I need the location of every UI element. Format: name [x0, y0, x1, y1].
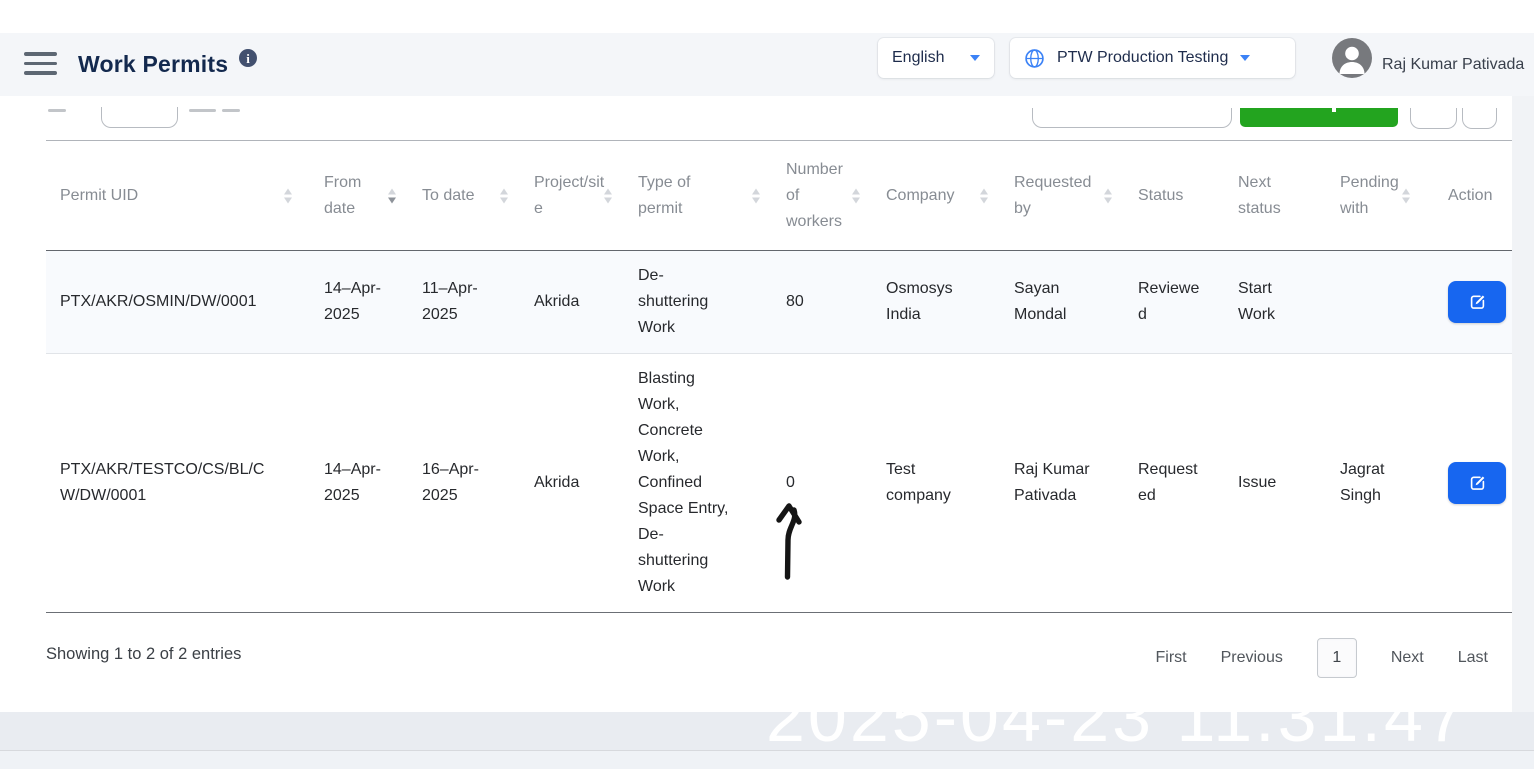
language-value: English: [892, 49, 944, 67]
bottom-strip: [0, 750, 1534, 769]
language-dropdown[interactable]: English: [878, 38, 994, 78]
pagination: First Previous 1 Next Last: [1155, 636, 1488, 680]
sort-icon: [1402, 188, 1410, 203]
column-header-status: Status: [1124, 141, 1212, 251]
toolbar-button[interactable]: [1410, 108, 1457, 129]
cell-pending-with: [1312, 251, 1422, 354]
table-header-row: Permit UID From date To date Project/sit…: [46, 141, 1512, 251]
page-title: Work Permits: [78, 33, 228, 96]
sort-icon: [752, 188, 760, 203]
cell-type-of-permit: De-shuttering Work: [624, 251, 772, 354]
cell-permit-uid: PTX/AKR/TESTCO/CS/BL/CW/DW/0001: [46, 354, 310, 613]
cell-status: Requested: [1124, 354, 1212, 613]
menu-icon[interactable]: [24, 47, 57, 80]
page-background-strip: [1512, 96, 1534, 712]
column-header-pending-with[interactable]: Pending with: [1312, 141, 1422, 251]
chevron-down-icon: [1240, 55, 1250, 61]
sort-icon: [284, 188, 292, 203]
column-header-project-site[interactable]: Project/site: [520, 141, 624, 251]
entries-summary: Showing 1 to 2 of 2 entries: [46, 645, 241, 664]
cell-project-site: Akrida: [520, 354, 624, 613]
chevron-down-icon: [970, 55, 980, 61]
edit-icon: [1468, 474, 1487, 493]
cell-pending-with: Jagrat Singh: [1312, 354, 1422, 613]
toolbar-button[interactable]: [1462, 108, 1497, 129]
globe-icon: [1024, 48, 1045, 69]
site-dropdown[interactable]: PTW Production Testing: [1010, 38, 1295, 78]
cell-to-date: 16–Apr-2025: [408, 354, 520, 613]
cell-requested-by: Raj Kumar Pativada: [1000, 354, 1124, 613]
cell-type-of-permit: Blasting Work, Concrete Work, Confined S…: [624, 354, 772, 613]
column-header-from-date[interactable]: From date: [310, 141, 408, 251]
cell-to-date: 11–Apr-2025: [408, 251, 520, 354]
sort-icon: [500, 188, 508, 203]
cell-next-status: Issue: [1212, 354, 1312, 613]
edit-permit-button[interactable]: [1448, 281, 1506, 323]
clipped-button-label: [1332, 108, 1336, 112]
pagination-first[interactable]: First: [1155, 649, 1186, 667]
edit-icon: [1468, 293, 1487, 312]
table-row: PTX/AKR/OSMIN/DW/0001 14–Apr-2025 11–Apr…: [46, 251, 1512, 354]
cell-action: [1422, 354, 1512, 613]
sort-icon: [604, 188, 612, 203]
app-bar: Work Permits i English PTW Production Te…: [0, 33, 1534, 96]
timestamp-watermark: 2025-04-23 11.31.47: [766, 712, 1468, 750]
sort-icon: [980, 188, 988, 203]
cell-action: [1422, 251, 1512, 354]
column-header-number-of-workers[interactable]: Number of workers: [772, 141, 872, 251]
watermark-band: 2025-04-23 11.31.47: [0, 712, 1534, 750]
column-header-permit-uid[interactable]: Permit UID: [46, 141, 310, 251]
sort-icon: [852, 188, 860, 203]
pagination-current-page[interactable]: 1: [1317, 638, 1357, 678]
avatar[interactable]: [1332, 38, 1372, 78]
cell-requested-by: Sayan Mondal: [1000, 251, 1124, 354]
search-input[interactable]: [1032, 108, 1232, 128]
column-header-next-status: Next status: [1212, 141, 1312, 251]
column-header-company[interactable]: Company: [872, 141, 1000, 251]
clipped-text-fragment: [48, 109, 66, 112]
cell-from-date: 14–Apr-2025: [310, 354, 408, 613]
clipped-text-fragment: [189, 109, 216, 112]
pagination-next[interactable]: Next: [1391, 649, 1424, 667]
cell-from-date: 14–Apr-2025: [310, 251, 408, 354]
column-header-requested-by[interactable]: Requested by: [1000, 141, 1124, 251]
pagination-last[interactable]: Last: [1458, 649, 1488, 667]
pagination-previous[interactable]: Previous: [1221, 649, 1283, 667]
column-header-to-date[interactable]: To date: [408, 141, 520, 251]
site-value: PTW Production Testing: [1057, 49, 1228, 67]
edit-permit-button[interactable]: [1448, 462, 1506, 504]
cell-status: Reviewed: [1124, 251, 1212, 354]
cell-next-status: Start Work: [1212, 251, 1312, 354]
cell-number-of-workers: 80: [772, 251, 872, 354]
cell-company: Osmosys India: [872, 251, 1000, 354]
create-permit-button[interactable]: [1240, 108, 1398, 127]
annotation-arrow-up: [770, 497, 810, 587]
sort-icon: [1104, 188, 1112, 203]
info-icon[interactable]: i: [239, 49, 257, 67]
column-header-type-of-permit[interactable]: Type of permit: [624, 141, 772, 251]
page-length-select[interactable]: [101, 107, 178, 128]
column-header-action: Action: [1422, 141, 1512, 251]
user-name: Raj Kumar Pativada: [1382, 33, 1524, 96]
clipped-text-fragment: [222, 109, 240, 112]
cell-permit-uid: PTX/AKR/OSMIN/DW/0001: [46, 251, 310, 354]
cell-company: Test company: [872, 354, 1000, 613]
top-strip: [0, 0, 1534, 33]
cell-project-site: Akrida: [520, 251, 624, 354]
sort-icon: [388, 188, 396, 203]
